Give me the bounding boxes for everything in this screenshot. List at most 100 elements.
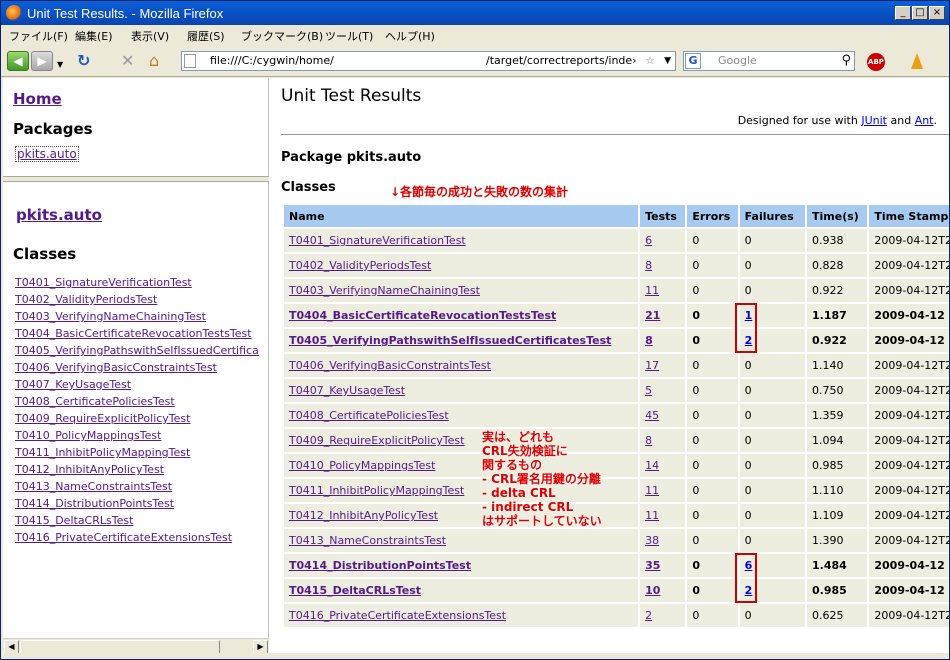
- timestamp-value: 2009-04-12: [874, 584, 945, 597]
- errors-count: 0: [692, 384, 700, 397]
- firefox-icon: [6, 5, 22, 21]
- junit-link[interactable]: JUnit: [861, 114, 887, 127]
- bookmark-star-icon[interactable]: ☆: [645, 52, 655, 70]
- table-cell: 0: [687, 604, 738, 627]
- minimize-button[interactable]: _: [895, 6, 911, 20]
- class-link[interactable]: T0409_RequireExplicitPolicyTest: [15, 410, 259, 427]
- horizontal-scrollbar[interactable]: ◀ ▶: [3, 638, 269, 654]
- menu-file[interactable]: ファイル(F): [9, 28, 68, 44]
- scrollbar-thumb[interactable]: [20, 640, 220, 654]
- table-row: T0404_BasicCertificateRevocationTestsTes…: [284, 304, 949, 327]
- class-link[interactable]: T0405_VerifyingPathswithSelfIssuedCertif…: [15, 342, 259, 359]
- menu-view[interactable]: 表示(V): [131, 28, 169, 44]
- failures-count: 0: [744, 234, 752, 247]
- class-name-link[interactable]: T0403_VerifyingNameChainingTest: [289, 284, 480, 297]
- class-name-link[interactable]: T0402_ValidityPeriodsTest: [289, 259, 431, 272]
- class-name-link[interactable]: T0414_DistributionPointsTest: [289, 559, 471, 572]
- class-name-link[interactable]: T0407_KeyUsageTest: [289, 384, 405, 397]
- class-link[interactable]: T0415_DeltaCRLsTest: [15, 512, 259, 529]
- table-cell: 0.922: [807, 279, 868, 302]
- table-row: T0402_ValidityPeriodsTest 8 0 0 0.828 2009-04…: [284, 254, 949, 277]
- tests-count-link[interactable]: 2: [645, 609, 652, 622]
- class-link[interactable]: T0408_CertificatePoliciesTest: [15, 393, 259, 410]
- time-value: 0.985: [812, 584, 847, 597]
- tests-count-link[interactable]: 11: [645, 484, 659, 497]
- class-link[interactable]: T0406_VerifyingBasicConstraintsTest: [15, 359, 259, 376]
- scroll-right-arrow[interactable]: ▶: [253, 640, 268, 654]
- class-link[interactable]: T0413_NameConstraintsTest: [15, 478, 259, 495]
- class-link[interactable]: T0416_PrivateCertificateExtensionsTest: [15, 529, 259, 546]
- forward-button[interactable]: ▶: [31, 51, 53, 71]
- search-box[interactable]: G Google ⚲: [683, 51, 855, 71]
- google-engine-icon[interactable]: G: [685, 53, 701, 69]
- home-link[interactable]: Home: [13, 90, 62, 108]
- class-link[interactable]: T0412_InhibitAnyPolicyTest: [15, 461, 259, 478]
- class-name-link[interactable]: T0416_PrivateCertificateExtensionsTest: [289, 609, 506, 622]
- class-name-link[interactable]: T0411_InhibitPolicyMappingTest: [289, 484, 464, 497]
- tests-count-link[interactable]: 38: [645, 534, 659, 547]
- table-cell: T0408_CertificatePoliciesTest: [284, 404, 639, 427]
- scroll-left-arrow[interactable]: ◀: [4, 640, 19, 654]
- class-name-link[interactable]: T0409_RequireExplicitPolicyTest: [289, 434, 464, 447]
- package-title-link[interactable]: pkits.auto: [16, 206, 102, 224]
- back-button[interactable]: ◀: [7, 51, 29, 71]
- class-name-link[interactable]: T0413_NameConstraintsTest: [289, 534, 446, 547]
- tests-count-link[interactable]: 17: [645, 359, 659, 372]
- class-name-link[interactable]: T0404_BasicCertificateRevocationTestsTes…: [289, 309, 556, 322]
- class-name-link[interactable]: T0412_InhibitAnyPolicyTest: [289, 509, 438, 522]
- menu-help[interactable]: ヘルプ(H): [385, 28, 435, 44]
- errors-count: 0: [692, 334, 701, 347]
- stop-icon[interactable]: ✕: [121, 53, 134, 69]
- class-link[interactable]: T0407_KeyUsageTest: [15, 376, 259, 393]
- class-link[interactable]: T0410_PolicyMappingsTest: [15, 427, 259, 444]
- class-name-link[interactable]: T0415_DeltaCRLsTest: [289, 584, 421, 597]
- class-link[interactable]: T0403_VerifyingNameChainingTest: [15, 308, 259, 325]
- tests-count-link[interactable]: 45: [645, 409, 659, 422]
- menu-edit[interactable]: 編集(E): [75, 28, 113, 44]
- tests-count-link[interactable]: 6: [645, 234, 652, 247]
- table-cell: 0: [687, 504, 738, 527]
- package-link[interactable]: pkits.auto: [15, 146, 79, 162]
- tests-count-link[interactable]: 21: [645, 309, 660, 322]
- class-name-link[interactable]: T0410_PolicyMappingsTest: [289, 459, 435, 472]
- maximize-button[interactable]: □: [912, 6, 928, 20]
- class-link[interactable]: T0411_InhibitPolicyMappingTest: [15, 444, 259, 461]
- ant-link[interactable]: Ant: [915, 114, 934, 127]
- tests-count-link[interactable]: 8: [645, 259, 652, 272]
- reload-icon[interactable]: ↻: [77, 53, 90, 69]
- class-link[interactable]: T0402_ValidityPeriodsTest: [15, 291, 259, 308]
- menu-tools[interactable]: ツール(T): [325, 28, 373, 44]
- close-button[interactable]: ×: [929, 6, 945, 20]
- class-link[interactable]: T0401_SignatureVerificationTest: [15, 274, 259, 291]
- addon-cone-icon[interactable]: [911, 53, 923, 69]
- adblock-icon[interactable]: ABP: [867, 53, 885, 71]
- class-name-link[interactable]: T0406_VerifyingBasicConstraintsTest: [289, 359, 491, 372]
- tests-count-link[interactable]: 10: [645, 584, 660, 597]
- table-cell: 0: [687, 429, 738, 452]
- class-link[interactable]: T0404_BasicCertificateRevocationTestsTes…: [15, 325, 259, 342]
- table-cell: 0.985: [807, 454, 868, 477]
- tests-count-link[interactable]: 14: [645, 459, 659, 472]
- table-cell: 0: [687, 254, 738, 277]
- history-dropdown-icon[interactable]: ▼: [57, 57, 63, 73]
- url-dropdown-icon[interactable]: ▼: [664, 52, 671, 70]
- timestamp-value: 2009-04-12: [874, 309, 945, 322]
- class-link[interactable]: T0414_DistributionPointsTest: [15, 495, 259, 512]
- class-name-link[interactable]: T0405_VerifyingPathswithSelfIssuedCertif…: [289, 334, 611, 347]
- class-name-link[interactable]: T0408_CertificatePoliciesTest: [289, 409, 449, 422]
- table-cell: 0: [739, 529, 806, 552]
- menu-history[interactable]: 履歴(S): [187, 28, 225, 44]
- tests-count-link[interactable]: 8: [645, 434, 652, 447]
- address-bar[interactable]: file:///C:/cygwin/home/ /target/correctr…: [181, 51, 676, 71]
- divider: [281, 134, 949, 135]
- tests-count-link[interactable]: 11: [645, 509, 659, 522]
- search-icon[interactable]: ⚲: [841, 52, 851, 70]
- tests-count-link[interactable]: 35: [645, 559, 660, 572]
- menu-bookmarks[interactable]: ブックマーク(B): [241, 28, 323, 44]
- home-icon[interactable]: ⌂: [149, 53, 159, 69]
- tests-count-link[interactable]: 8: [645, 334, 653, 347]
- timestamp-value: 2009-04-12T2: [874, 359, 949, 372]
- tests-count-link[interactable]: 11: [645, 284, 659, 297]
- class-name-link[interactable]: T0401_SignatureVerificationTest: [289, 234, 466, 247]
- tests-count-link[interactable]: 5: [645, 384, 652, 397]
